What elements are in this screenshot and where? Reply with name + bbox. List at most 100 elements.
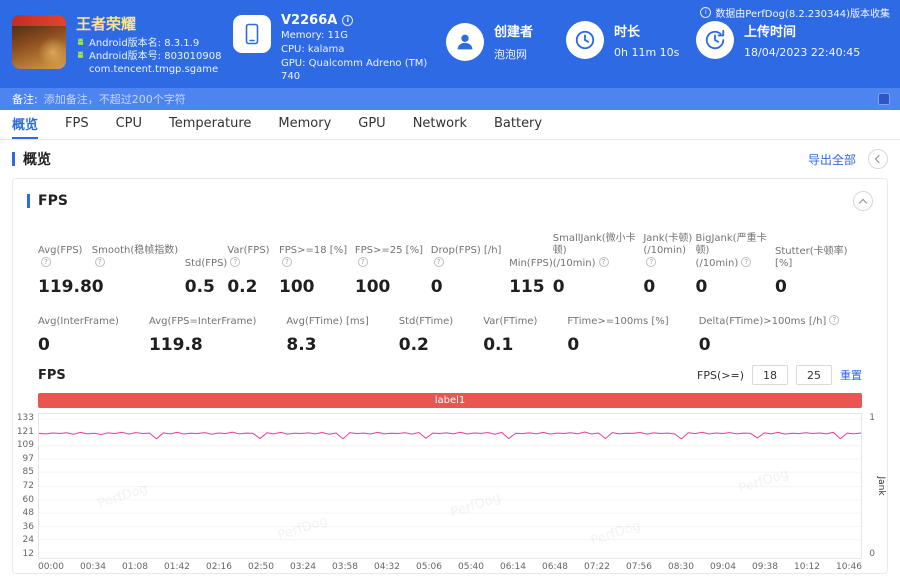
y-tick-label: 133 <box>16 413 34 423</box>
y-axis: 133 121 109 97 85 72 60 48 36 24 12 <box>13 413 34 559</box>
metric: Avg(FPS=InterFrame) 119.8 <box>148 316 257 355</box>
info-icon[interactable] <box>598 257 609 267</box>
tab[interactable]: GPU <box>358 110 385 139</box>
x-tick-label: 03:24 <box>290 562 316 572</box>
creator-info: 创建者 泡泡网 <box>446 13 566 62</box>
chevron-left-icon <box>874 154 884 164</box>
game-icon-ribbon <box>12 15 66 26</box>
note-label: 备注: <box>12 93 38 106</box>
metric-value: 119.8 <box>148 335 203 355</box>
right-axis-title: Jank <box>876 476 886 496</box>
section-accent-bar <box>12 152 15 166</box>
fps-threshold-label: FPS(>=) <box>697 368 744 382</box>
info-icon[interactable] <box>94 257 105 267</box>
game-icon <box>12 15 66 69</box>
collapse-up-button[interactable] <box>853 191 873 211</box>
app-info: 王者荣耀 Android版本名: 8.3.1.9 Android版本号: 803… <box>0 13 233 76</box>
phone-icon <box>233 15 271 53</box>
fps-card: FPS Avg(FPS) 119.8 Smooth(稳帧指数) 0 Std(FP… <box>12 178 888 574</box>
info-icon[interactable] <box>829 315 840 325</box>
x-tick-label: 09:38 <box>752 562 778 572</box>
header: 数据由PerfDog(8.2.230344)版本收集 王者荣耀 Android版… <box>0 0 900 88</box>
y-tick-label: 97 <box>22 453 34 464</box>
upload-time-value: 18/04/2023 22:40:45 <box>744 46 861 59</box>
tab[interactable]: CPU <box>116 110 142 139</box>
info-icon[interactable] <box>646 257 657 267</box>
metric-value: 115 <box>509 277 545 297</box>
tab[interactable]: FPS <box>65 110 89 139</box>
metric-value: 0.2 <box>398 335 429 355</box>
info-icon[interactable] <box>433 257 444 267</box>
creator-value: 泡泡网 <box>494 48 527 61</box>
reset-button[interactable]: 重置 <box>840 367 862 383</box>
note-placeholder: 添加备注，不超过200个字符 <box>43 93 186 106</box>
device-gpu: GPU: Qualcomm Adreno (TM) 740 <box>281 58 428 82</box>
device-memory: Memory: 11G <box>281 30 348 41</box>
fps-metrics-row2: Avg(InterFrame) 0 Avg(FPS=InterFrame) 11… <box>13 305 887 355</box>
x-tick-label: 02:50 <box>248 562 274 572</box>
duration-value: 0h 11m 10s <box>614 46 680 59</box>
fps-threshold-low-input[interactable] <box>752 365 788 385</box>
metric: Var(FTime) 0.1 <box>483 316 538 355</box>
device-info: V2266A Memory: 11G CPU: kalama GPU: Qual… <box>233 13 446 83</box>
right-tick-label: 0 <box>869 549 875 559</box>
fps-metrics-row1: Avg(FPS) 119.8 Smooth(稳帧指数) 0 Std(FPS) 0… <box>13 233 887 297</box>
y-tick-label: 121 <box>16 426 34 437</box>
overview-title: 概览 <box>23 152 51 168</box>
creator-label: 创建者 <box>494 25 534 40</box>
metric: Var(FPS) 0.2 <box>227 233 279 297</box>
info-icon[interactable] <box>741 257 752 267</box>
y-tick-label: 12 <box>22 548 34 559</box>
right-axis: 10 <box>869 413 875 559</box>
metric: FPS>=25 [%] 100 <box>355 233 431 297</box>
tab[interactable]: Temperature <box>169 110 251 139</box>
info-icon[interactable] <box>342 15 354 26</box>
metric-value: 0 <box>567 335 580 355</box>
info-icon[interactable] <box>230 257 241 267</box>
duration-info: 时长 0h 11m 10s <box>566 13 696 59</box>
metric: FPS>=18 [%] 100 <box>279 233 355 297</box>
metric: Avg(InterFrame) 0 <box>38 316 119 355</box>
x-tick-label: 07:22 <box>584 562 610 572</box>
x-tick-label: 01:42 <box>164 562 190 572</box>
x-tick-label: 07:56 <box>626 562 652 572</box>
collapse-left-button[interactable] <box>868 149 888 169</box>
metric-value: 0.5 <box>184 277 215 297</box>
tab[interactable]: Network <box>413 110 467 139</box>
x-tick-label: 00:34 <box>80 562 106 572</box>
device-name: V2266A <box>281 13 338 28</box>
android-version-code: Android版本号: 803010908 <box>89 51 222 62</box>
note-bar[interactable]: 备注: 添加备注，不超过200个字符 <box>0 88 900 110</box>
metric: Jank(卡顿) (/10min) 0 <box>643 233 695 297</box>
y-tick-label: 109 <box>16 440 34 451</box>
metric-value: 8.3 <box>286 335 317 355</box>
tab-bar: 概览 FPS CPU Temperature Memory GPU Network Batte… <box>0 110 900 140</box>
x-tick-label: 05:06 <box>416 562 442 572</box>
device-cpu: CPU: kalama <box>281 44 345 55</box>
app-title: 王者荣耀 <box>76 15 137 33</box>
metric: FTime>=100ms [%] 0 <box>567 316 669 355</box>
note-emoji-icon[interactable] <box>878 93 890 105</box>
export-all-link[interactable]: 导出全部 <box>808 151 856 168</box>
metric-value: 0 <box>695 277 708 297</box>
overview-section-head: 概览 导出全部 <box>0 140 900 178</box>
tab[interactable]: Memory <box>278 110 331 139</box>
user-icon <box>446 22 484 61</box>
tab[interactable]: Battery <box>494 110 542 139</box>
info-icon[interactable] <box>357 257 368 267</box>
fps-chart-plot[interactable]: PerfDog PerfDog PerfDog PerfDog PerfDog <box>38 413 862 559</box>
metric: Avg(FTime) [ms] 8.3 <box>286 316 369 355</box>
x-tick-label: 08:30 <box>668 562 694 572</box>
tab[interactable]: 概览 <box>12 110 39 139</box>
info-icon[interactable] <box>282 257 293 267</box>
x-tick-label: 06:48 <box>542 562 568 572</box>
info-icon[interactable] <box>41 257 51 267</box>
fps-threshold-high-input[interactable] <box>796 365 832 385</box>
x-tick-label: 10:46 <box>836 562 862 572</box>
fps-chart-zone: label1 133 121 109 97 85 72 60 48 36 24 12 PerfDog… <box>17 393 886 573</box>
chart-banner: label1 <box>38 393 862 408</box>
metric: SmallJank(微小卡顿) (/10min) 0 <box>553 233 644 297</box>
metric: Avg(FPS) 119.8 <box>38 233 92 297</box>
metric: Delta(FTime)>100ms [/h] 0 <box>699 305 840 355</box>
chart-title: FPS <box>38 367 66 383</box>
